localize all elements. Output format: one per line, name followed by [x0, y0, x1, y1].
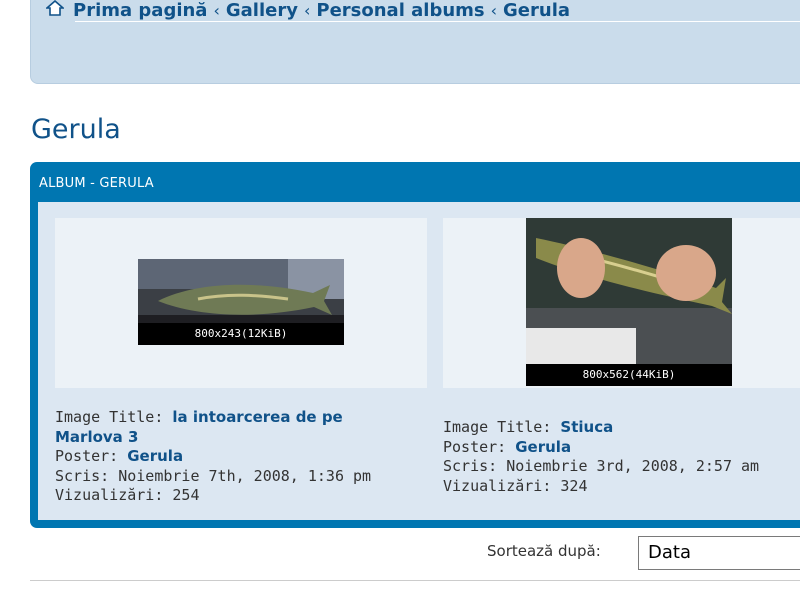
- footer-divider: [30, 580, 800, 581]
- album-body: 800x243(12KiB) Image Title: la intoarcer…: [38, 202, 800, 520]
- breadcrumb-album-link[interactable]: Gerula: [503, 0, 570, 21]
- breadcrumb-personal-albums-link[interactable]: Personal albums: [316, 0, 484, 21]
- navbar-divider: [75, 21, 800, 22]
- poster-label: Poster:: [443, 437, 507, 456]
- thumbnail-box: 800x243(12KiB): [55, 218, 427, 388]
- image-info: Image Title: Stiuca Poster: Gerula Scris…: [443, 418, 800, 496]
- thumbnail-caption: 800x243(12KiB): [138, 323, 344, 345]
- album-panel: ALBUM - GERULA 800x243(12KiB) Image Titl…: [30, 162, 800, 528]
- breadcrumb-separator: ‹: [490, 0, 498, 20]
- view-count: Vizualizări: 254: [55, 486, 200, 504]
- poster-row: Poster: Gerula: [55, 447, 395, 467]
- image-title-link[interactable]: Stiuca: [560, 418, 613, 436]
- posted-date: Scris: Noiembrie 7th, 2008, 1:36 pm: [55, 466, 372, 485]
- image-title-label: Image Title:: [55, 408, 164, 426]
- sort-label: Sortează după:: [487, 542, 601, 560]
- breadcrumb-separator: ‹: [213, 0, 220, 20]
- home-icon[interactable]: [46, 0, 64, 17]
- image-info: Image Title: la intoarcerea de pe Marlov…: [55, 408, 395, 506]
- thumbnail-image[interactable]: 800x562(44KiB): [526, 218, 732, 386]
- view-count: Vizualizări: 324: [443, 476, 588, 495]
- posted-date: Scris: Noiembrie 3rd, 2008, 2:57 am: [443, 457, 760, 475]
- navbar: Prima pagină ‹ Gallery ‹ Personal albums…: [30, 0, 800, 84]
- thumbnail-image[interactable]: 800x243(12KiB): [138, 259, 344, 345]
- thumbnail-caption: 800x562(44KiB): [526, 364, 732, 386]
- breadcrumb-separator: ‹: [303, 0, 311, 20]
- page-title: Gerula: [31, 114, 121, 145]
- image-title-row: Image Title: la intoarcerea de pe Marlov…: [55, 408, 395, 447]
- fish-photo-icon: [526, 218, 732, 386]
- breadcrumb: Prima pagină ‹ Gallery ‹ Personal albums…: [73, 0, 570, 23]
- poster-link[interactable]: Gerula: [127, 447, 183, 465]
- poster-label: Poster:: [55, 447, 119, 465]
- image-title-row: Image Title: Stiuca: [443, 418, 800, 438]
- album-header: ALBUM - GERULA: [39, 176, 154, 191]
- poster-row: Poster: Gerula: [443, 438, 800, 458]
- sort-select[interactable]: Data: [638, 536, 800, 570]
- poster-link[interactable]: Gerula: [515, 438, 571, 456]
- breadcrumb-gallery-link[interactable]: Gallery: [226, 0, 298, 21]
- breadcrumb-home-link[interactable]: Prima pagină: [73, 0, 207, 21]
- thumbnail-box: 800x562(44KiB): [443, 218, 800, 388]
- image-title-label: Image Title:: [443, 418, 552, 436]
